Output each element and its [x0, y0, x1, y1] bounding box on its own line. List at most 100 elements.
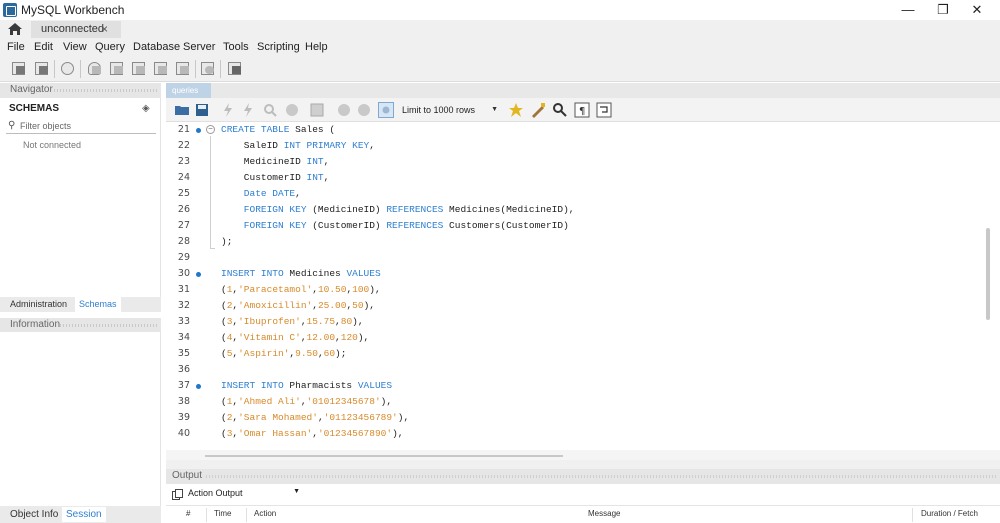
editor-line[interactable]: 27 FOREIGN KEY (CustomerID) REFERENCES C… [166, 218, 986, 234]
tab-schemas[interactable]: Schemas [75, 297, 121, 312]
query-tab[interactable]: queries [166, 83, 211, 98]
not-connected-label: Not connected [23, 140, 82, 150]
open-folder-icon[interactable] [174, 102, 190, 118]
code-text: INSERT INTO Pharmacists VALUES [221, 378, 392, 394]
connection-tab[interactable]: unconnected × [31, 21, 121, 38]
menu-help[interactable]: Help [305, 41, 328, 53]
column-separator [912, 508, 913, 522]
editor-line[interactable]: 39 (2,'Sara Mohamed','01123456789'), [166, 410, 986, 426]
editor-horizontal-scrollbar[interactable] [205, 455, 563, 457]
find-icon[interactable] [552, 102, 568, 118]
line-number: 29 [177, 252, 190, 263]
explain-icon[interactable] [262, 102, 278, 118]
line-number: 33 [177, 316, 190, 327]
code-token: (MedicineID) [306, 204, 387, 215]
filter-objects-input[interactable] [20, 119, 154, 133]
output-title: Output [172, 470, 203, 481]
editor-line[interactable]: 35 (5,'Aspirin',9.50,60); [166, 346, 986, 362]
copy-icon[interactable] [172, 489, 183, 500]
create-table-icon[interactable] [108, 60, 125, 77]
create-schema-icon[interactable] [86, 60, 103, 77]
menu-server[interactable]: Server [183, 41, 215, 53]
editor-line[interactable]: 33 (3,'Ibuprofen',15.75,80), [166, 314, 986, 330]
code-token: SaleID [221, 140, 284, 151]
editor-line[interactable]: 24 CustomerID INT, [166, 170, 986, 186]
tab-object-info[interactable]: Object Info [6, 507, 62, 522]
line-number: 26 [177, 204, 190, 215]
code-token: , [369, 140, 375, 151]
sql-keyword: REFERENCES [386, 204, 444, 215]
sql-editor[interactable]: 21− CREATE TABLE Sales (22 SaleID INT PRI… [166, 122, 1000, 450]
inspector-icon[interactable] [59, 60, 76, 77]
menu-query[interactable]: Query [95, 41, 125, 53]
editor-line[interactable]: 32 (2,'Amoxicillin',25.00,50), [166, 298, 986, 314]
editor-line[interactable]: 23 MedicineID INT, [166, 154, 986, 170]
refresh-schemas-icon[interactable]: ◈ [142, 103, 150, 114]
menu-database[interactable]: Database [133, 41, 180, 53]
minimize-button[interactable]: — [893, 2, 923, 18]
execute-current-icon[interactable] [240, 102, 256, 118]
output-toolbar: Action Output ▼ [166, 484, 1000, 505]
information-header: Information [0, 318, 161, 332]
execute-icon[interactable] [220, 102, 236, 118]
maximize-button[interactable]: ❐ [928, 2, 958, 18]
limit-rows-select[interactable]: Limit to 1000 rows ▼ [402, 102, 502, 118]
new-sql-tab-icon[interactable] [10, 60, 27, 77]
editor-line[interactable]: 40 (3,'Omar Hassan','01234567890'), [166, 426, 986, 442]
menu-edit[interactable]: Edit [34, 41, 53, 53]
editor-line[interactable]: 31 (1,'Paracetamol',10.50,100), [166, 282, 986, 298]
editor-line[interactable]: 36 [166, 362, 986, 378]
line-number: 30 [177, 268, 190, 279]
fold-toggle-icon[interactable]: − [206, 125, 215, 134]
editor-line[interactable]: 37 INSERT INTO Pharmacists VALUES [166, 378, 986, 394]
word-wrap-icon[interactable] [596, 102, 612, 118]
reconnect-icon[interactable] [226, 60, 243, 77]
sql-keyword: INSERT INTO [221, 268, 284, 279]
invisible-chars-icon[interactable]: ¶ [574, 102, 590, 118]
editor-line[interactable]: 29 [166, 250, 986, 266]
toggle-continue-icon[interactable] [309, 102, 325, 118]
menu-view[interactable]: View [63, 41, 87, 53]
editor-line[interactable]: 28); [166, 234, 986, 250]
auto-commit-toggle-icon[interactable] [378, 102, 394, 118]
line-number: 24 [177, 172, 190, 183]
editor-line[interactable]: 38 (1,'Ahmed Ali','01012345678'), [166, 394, 986, 410]
editor-line[interactable]: 21 − CREATE TABLE Sales ( [166, 122, 986, 138]
open-sql-script-icon[interactable] [33, 60, 50, 77]
editor-line[interactable]: 26 FOREIGN KEY (MedicineID) REFERENCES M… [166, 202, 986, 218]
beautify-icon[interactable] [530, 102, 546, 118]
commit-icon[interactable] [336, 102, 352, 118]
close-button[interactable]: ✕ [962, 2, 992, 18]
menu-scripting[interactable]: Scripting [257, 41, 300, 53]
add-snippet-icon[interactable] [508, 102, 524, 118]
create-view-icon[interactable] [130, 60, 147, 77]
editor-line[interactable]: 30 INSERT INTO Medicines VALUES [166, 266, 986, 282]
editor-line[interactable]: 22 SaleID INT PRIMARY KEY, [166, 138, 986, 154]
stop-icon[interactable] [284, 102, 300, 118]
column-message: Message [588, 509, 621, 518]
information-tabs: Object Info Session [0, 506, 161, 523]
output-type-select[interactable]: Action Output ▼ [188, 488, 302, 502]
tab-session[interactable]: Session [62, 507, 106, 522]
code-text: FOREIGN KEY (MedicineID) REFERENCES Medi… [221, 202, 575, 218]
editor-line[interactable]: 34 (4,'Vitamin C',12.00,120), [166, 330, 986, 346]
tab-administration[interactable]: Administration [6, 297, 71, 312]
rollback-icon[interactable] [356, 102, 372, 118]
code-token: ), [392, 428, 404, 439]
number-literal: 50 [352, 300, 364, 311]
panel-splitter[interactable] [166, 460, 1000, 469]
save-icon[interactable] [194, 102, 210, 118]
line-number: 28 [177, 236, 190, 247]
query-tab-bar: queries [166, 83, 1000, 98]
editor-vertical-scrollbar[interactable] [986, 228, 990, 320]
menu-file[interactable]: File [7, 41, 25, 53]
close-tab-icon[interactable]: × [101, 22, 108, 36]
number-literal: 120 [340, 332, 358, 343]
menu-tools[interactable]: Tools [223, 41, 249, 53]
home-icon[interactable] [6, 21, 24, 37]
create-function-icon[interactable] [174, 60, 191, 77]
search-table-data-icon[interactable] [199, 60, 216, 77]
code-text: (2,'Amoxicillin',25.00,50), [221, 298, 375, 314]
editor-line[interactable]: 25 Date DATE, [166, 186, 986, 202]
create-procedure-icon[interactable] [152, 60, 169, 77]
